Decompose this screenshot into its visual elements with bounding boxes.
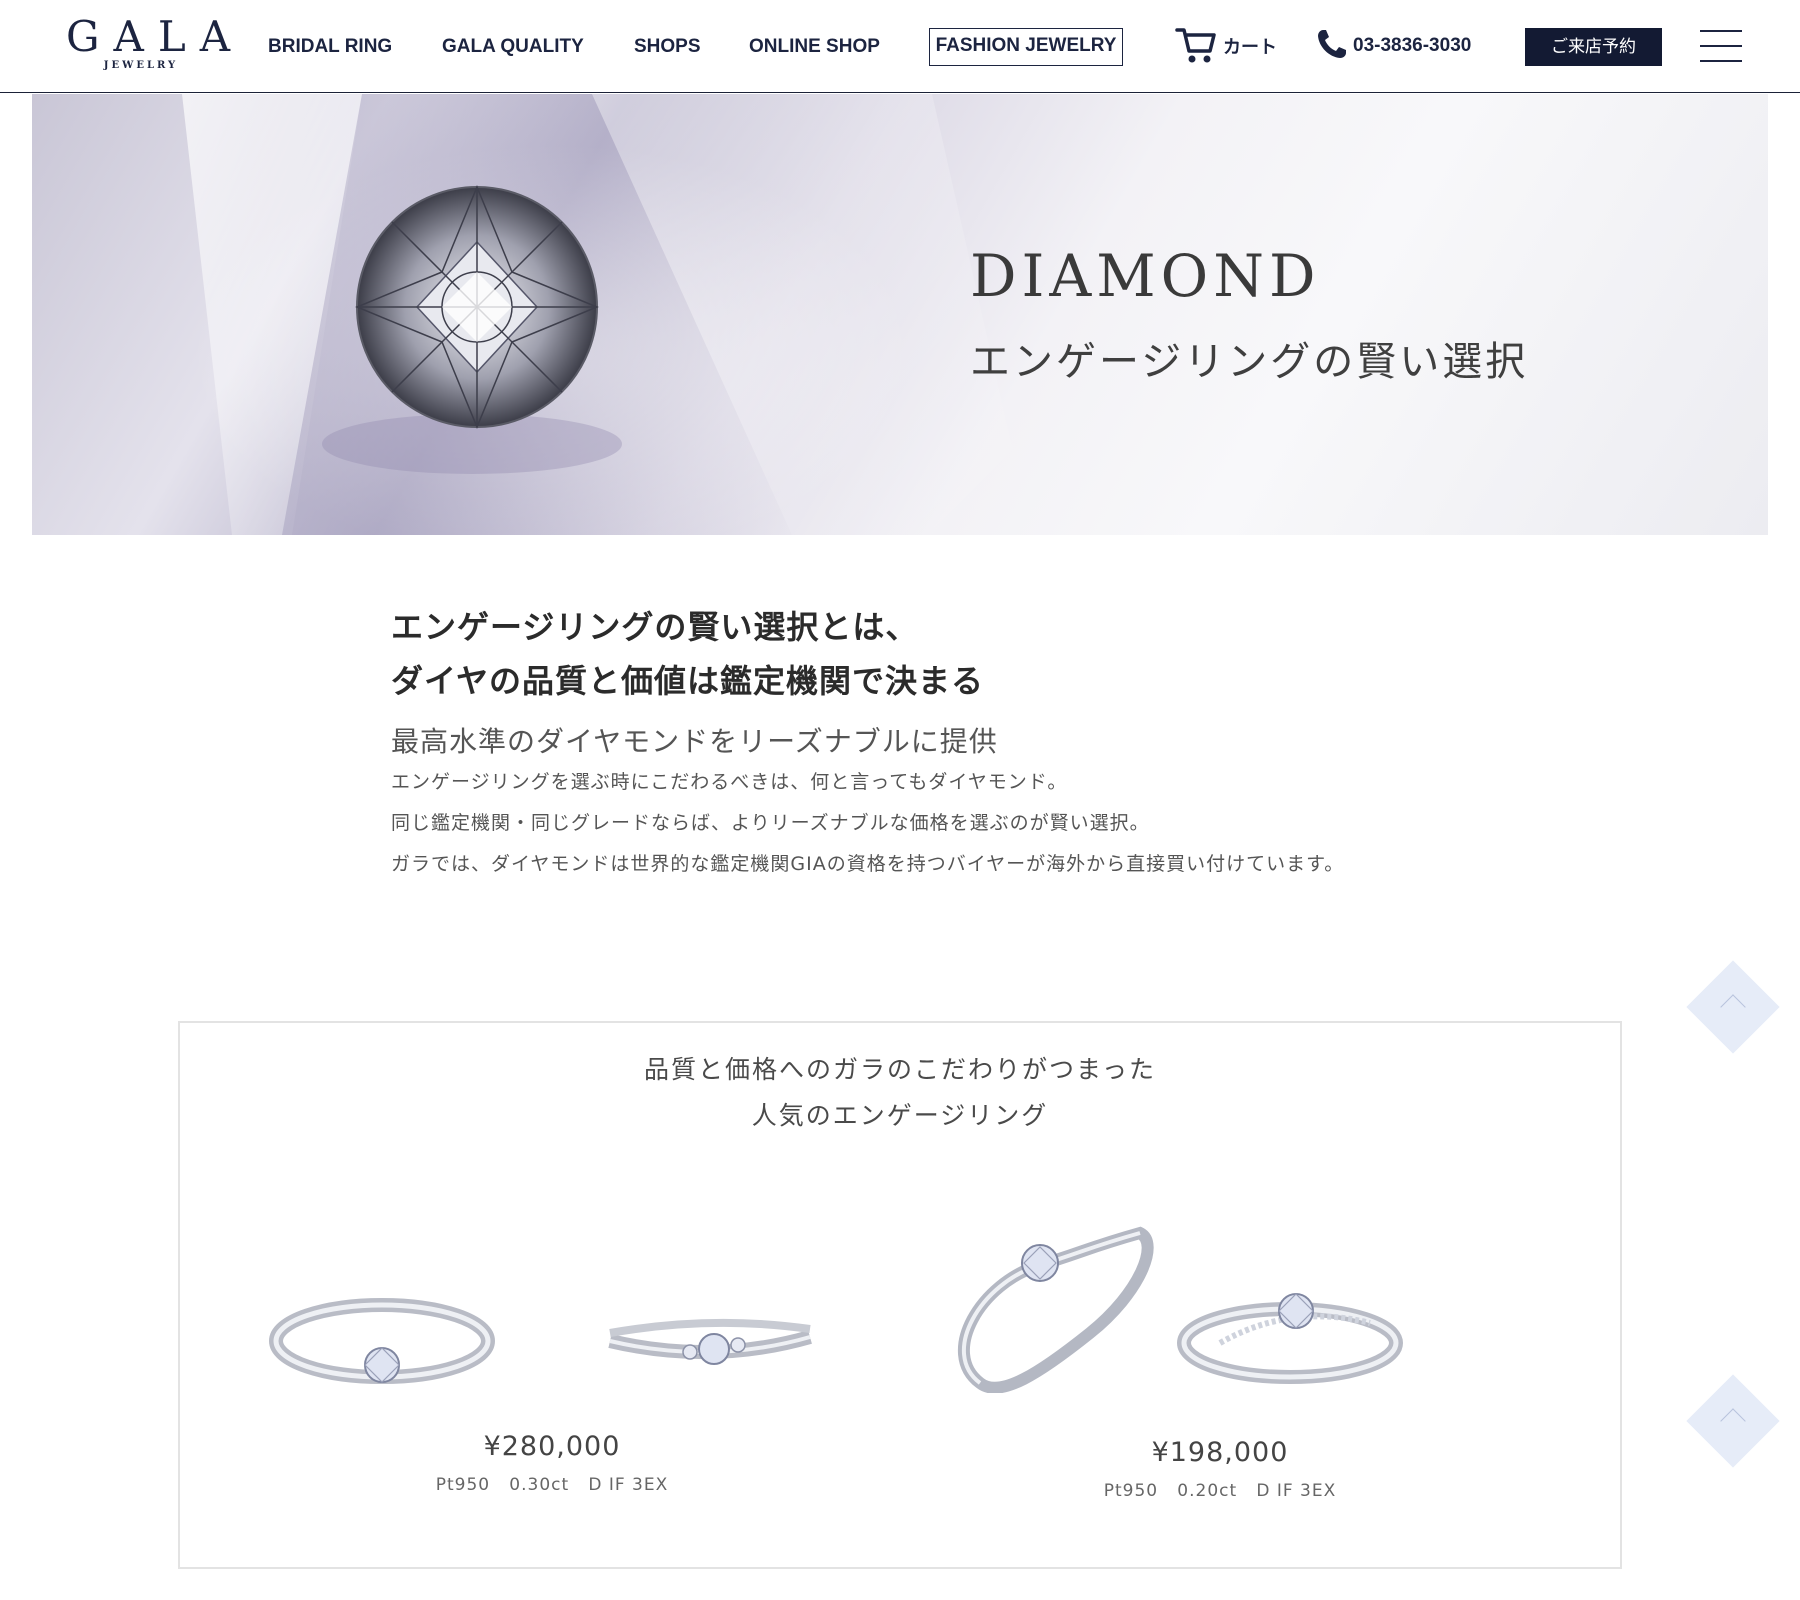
feature-title: 品質と価格へのガラのこだわりがつまった 人気のエンゲージリング bbox=[180, 1047, 1620, 1139]
hamburger-menu-icon[interactable] bbox=[1700, 28, 1742, 64]
phone-icon bbox=[1315, 27, 1349, 65]
intro-paragraph: エンゲージリングを選ぶ時にこだわるべきは、何と言ってもダイヤモンド。 bbox=[391, 771, 1068, 793]
product-card[interactable]: ¥198,000 Pt950 0.20ct D IF 3EX bbox=[920, 1226, 1520, 1501]
phone-number: 03-3836-3030 bbox=[1353, 35, 1472, 56]
intro-heading-line-2: ダイヤの品質と価値は鑑定機関で決まる bbox=[391, 662, 985, 700]
product-card[interactable]: ¥280,000 Pt950 0.30ct D IF 3EX bbox=[252, 1233, 852, 1495]
chevron-up-icon bbox=[1720, 994, 1746, 1020]
nav-gala-quality[interactable]: GALA QUALITY bbox=[442, 0, 584, 93]
intro-paragraph: 同じ鑑定機関・同じグレードならば、よりリーズナブルな価格を選ぶのが賢い選択。 bbox=[391, 812, 1150, 834]
diamond-image bbox=[355, 185, 599, 429]
site-header: GALA JEWELRY BRIDAL RING GALA QUALITY SH… bbox=[0, 0, 1800, 93]
feature-title-line-1: 品質と価格へのガラのこだわりがつまった bbox=[643, 1055, 1156, 1084]
cart-link[interactable]: カート bbox=[1175, 26, 1277, 66]
intro-lead: 最高水準のダイヤモンドをリーズナブルに提供 bbox=[391, 725, 998, 758]
scroll-up-button[interactable] bbox=[1686, 960, 1780, 1054]
intro-paragraph: ガラでは、ダイヤモンドは世界的な鑑定機関GIAの資格を持つバイヤーが海外から直接… bbox=[391, 853, 1345, 875]
hero-subtitle: エンゲージリングの賢い選択 bbox=[970, 339, 1529, 385]
ring-image bbox=[269, 1298, 812, 1384]
hero-title: DIAMOND bbox=[970, 242, 1321, 310]
cart-icon bbox=[1175, 24, 1217, 68]
nav-online-shop[interactable]: ONLINE SHOP bbox=[749, 0, 880, 93]
product-price: ¥198,000 bbox=[1151, 1437, 1289, 1468]
nav-shops[interactable]: SHOPS bbox=[634, 0, 701, 93]
intro-heading: エンゲージリングの賢い選択とは、 ダイヤの品質と価値は鑑定機関で決まる bbox=[391, 600, 1431, 708]
gala-logo[interactable]: GALA JEWELRY bbox=[56, 12, 245, 76]
chevron-up-icon bbox=[1720, 1408, 1746, 1434]
hero-background-folds bbox=[182, 94, 1032, 535]
hero-banner: DIAMOND エンゲージリングの賢い選択 bbox=[32, 94, 1768, 535]
logo-subtitle: JEWELRY bbox=[103, 60, 179, 71]
product-price: ¥280,000 bbox=[483, 1431, 621, 1462]
feature-title-line-2: 人気のエンゲージリング bbox=[751, 1101, 1049, 1130]
popular-rings-box: 品質と価格へのガラのこだわりがつまった 人気のエンゲージリング ¥280,000… bbox=[178, 1021, 1622, 1569]
cart-label: カート bbox=[1223, 37, 1277, 58]
phone-link[interactable]: 03-3836-3030 bbox=[1315, 28, 1471, 64]
ring-image bbox=[957, 1226, 1403, 1393]
intro-section: エンゲージリングの賢い選択とは、 ダイヤの品質と価値は鑑定機関で決まる 最高水準… bbox=[391, 600, 1431, 885]
product-spec: Pt950 0.30ct D IF 3EX bbox=[435, 1475, 669, 1495]
page-top-button[interactable] bbox=[1686, 1374, 1780, 1468]
product-spec: Pt950 0.20ct D IF 3EX bbox=[1103, 1481, 1337, 1501]
nav-bridal-ring[interactable]: BRIDAL RING bbox=[268, 0, 392, 93]
intro-heading-line-1: エンゲージリングの賢い選択とは、 bbox=[391, 608, 919, 646]
nav-fashion-jewelry[interactable]: FASHION JEWELRY bbox=[929, 28, 1123, 66]
reservation-button[interactable]: ご来店予約 bbox=[1525, 28, 1662, 66]
logo-wordmark: GALA bbox=[66, 12, 245, 61]
